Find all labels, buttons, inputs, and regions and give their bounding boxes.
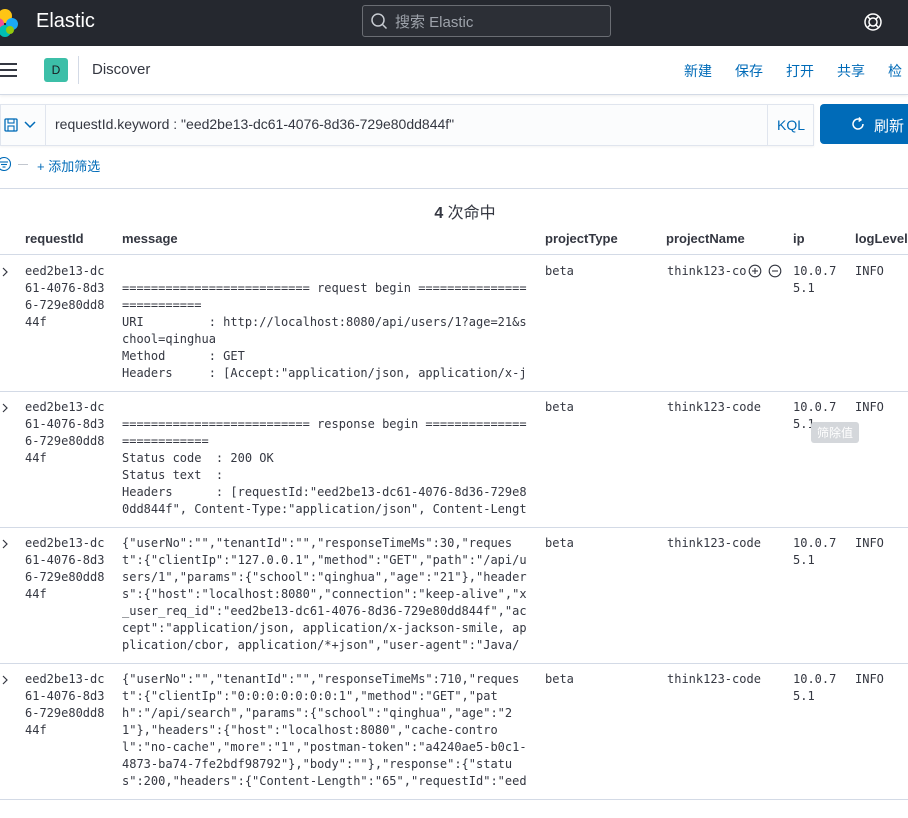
save-link[interactable]: 保存 bbox=[735, 61, 763, 81]
expand-row-icon[interactable] bbox=[0, 267, 10, 277]
column-header-requestid[interactable]: requestId bbox=[25, 231, 84, 246]
nav-divider bbox=[78, 56, 79, 84]
cell-projectname: think123-code bbox=[667, 536, 761, 550]
cell-filter-actions bbox=[748, 264, 788, 278]
refresh-icon bbox=[852, 117, 864, 130]
inspect-link[interactable]: 检 bbox=[888, 61, 902, 81]
open-link[interactable]: 打开 bbox=[786, 61, 814, 81]
cell-requestid: eed2be13-dc61-4076-8d36-729e80dd844f bbox=[25, 672, 105, 737]
query-input[interactable]: requestId.keyword : "eed2be13-dc61-4076-… bbox=[55, 116, 454, 132]
cell-loglevel: INFO bbox=[855, 400, 884, 414]
cell-projecttype: beta bbox=[545, 536, 574, 550]
cell-ip: 10.0.75.1 bbox=[793, 536, 837, 567]
top-header: Elastic bbox=[0, 0, 908, 46]
column-header-message[interactable]: message bbox=[122, 231, 178, 246]
filter-out-value-icon[interactable] bbox=[768, 264, 782, 278]
filter-for-value-icon[interactable] bbox=[748, 264, 762, 278]
table-row: eed2be13-dc61-4076-8d36-729e80dd844f ===… bbox=[0, 391, 908, 528]
space-avatar[interactable]: D bbox=[44, 58, 68, 82]
cell-projectname: think123-code bbox=[667, 400, 761, 414]
table-row: eed2be13-dc61-4076-8d36-729e80dd844f ===… bbox=[0, 255, 908, 392]
column-header-projectname[interactable]: projectName bbox=[666, 231, 745, 246]
filter-options-icon[interactable] bbox=[0, 157, 12, 171]
refresh-label: 刷新 bbox=[874, 118, 905, 135]
new-link[interactable]: 新建 bbox=[684, 61, 712, 81]
cell-ip: 10.0.75.1 bbox=[793, 264, 837, 295]
cell-loglevel: INFO bbox=[855, 672, 884, 686]
filter-out-tooltip: 筛除值 bbox=[811, 422, 860, 443]
saved-query-menu[interactable] bbox=[1, 105, 46, 145]
cell-message: ========================== request begin… bbox=[122, 281, 527, 380]
hamburger-menu-icon[interactable] bbox=[0, 63, 18, 77]
hit-count-number: 4 bbox=[434, 205, 444, 222]
query-language-toggle[interactable]: KQL bbox=[767, 105, 814, 145]
global-search[interactable] bbox=[362, 5, 611, 37]
app-navbar: D Discover 新建 保存 打开 共享 检 bbox=[0, 46, 908, 95]
cell-message: {"userNo":"","tenantId":"","responseTime… bbox=[122, 672, 527, 788]
cell-projecttype: beta bbox=[545, 400, 574, 414]
results-divider bbox=[0, 188, 908, 189]
cell-projectname: think123-code bbox=[667, 672, 761, 686]
cell-message: ========================== response begi… bbox=[122, 417, 527, 516]
query-bar: requestId.keyword : "eed2be13-dc61-4076-… bbox=[0, 104, 814, 146]
top-nav-menu: 新建 保存 打开 共享 检 bbox=[684, 61, 908, 81]
cell-requestid: eed2be13-dc61-4076-8d36-729e80dd844f bbox=[25, 536, 105, 601]
hit-count: 4 次命中 bbox=[0, 199, 908, 223]
share-link[interactable]: 共享 bbox=[837, 61, 865, 81]
expand-row-icon[interactable] bbox=[0, 539, 10, 549]
global-search-input[interactable] bbox=[393, 10, 607, 34]
elastic-logo-icon[interactable] bbox=[0, 8, 20, 38]
table-row: eed2be13-dc61-4076-8d36-729e80dd844f {"u… bbox=[0, 527, 908, 664]
help-lifebuoy-icon[interactable] bbox=[862, 11, 884, 33]
breadcrumb: Discover bbox=[92, 61, 151, 78]
column-header-loglevel[interactable]: logLevel bbox=[855, 231, 908, 246]
save-disk-icon bbox=[4, 118, 18, 132]
cell-message: {"userNo":"","tenantId":"","responseTime… bbox=[122, 536, 527, 652]
app-title: Elastic bbox=[36, 10, 95, 32]
table-row: eed2be13-dc61-4076-8d36-729e80dd844f {"u… bbox=[0, 663, 908, 800]
hit-count-suffix: 次命中 bbox=[443, 205, 496, 222]
cell-projecttype: beta bbox=[545, 672, 574, 686]
chevron-down-icon bbox=[24, 121, 36, 129]
column-header-ip[interactable]: ip bbox=[793, 231, 805, 246]
search-icon bbox=[371, 13, 388, 30]
cell-projecttype: beta bbox=[545, 264, 574, 278]
cell-requestid: eed2be13-dc61-4076-8d36-729e80dd844f bbox=[25, 400, 105, 465]
filter-divider bbox=[18, 164, 28, 165]
cell-loglevel: INFO bbox=[855, 536, 884, 550]
cell-requestid: eed2be13-dc61-4076-8d36-729e80dd844f bbox=[25, 264, 105, 329]
column-header-projecttype[interactable]: projectType bbox=[545, 231, 618, 246]
cell-loglevel: INFO bbox=[855, 264, 884, 278]
add-filter-button[interactable]: + 添加筛选 bbox=[37, 156, 100, 175]
refresh-button[interactable]: 刷新 bbox=[820, 104, 908, 144]
expand-row-icon[interactable] bbox=[0, 403, 10, 413]
cell-ip: 10.0.75.1 bbox=[793, 672, 837, 703]
expand-row-icon[interactable] bbox=[0, 675, 10, 685]
